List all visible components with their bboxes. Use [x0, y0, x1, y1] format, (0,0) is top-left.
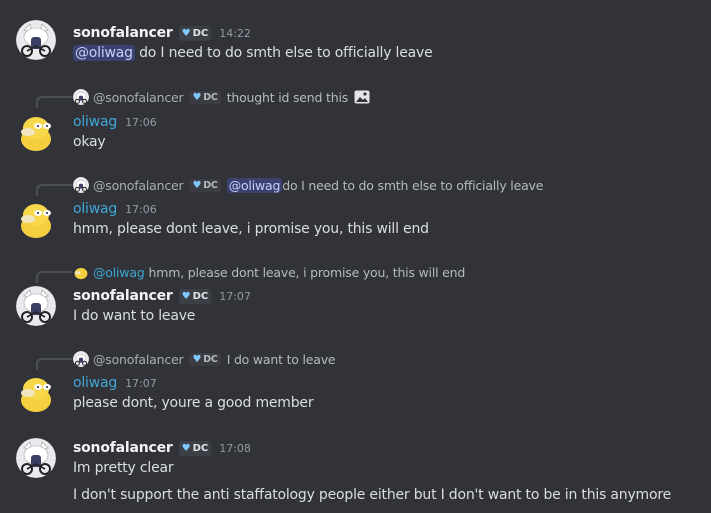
- reply-preview[interactable]: @sonofalancer ♥ DC I do want to leave: [73, 350, 336, 368]
- reply-text: thought id send this: [226, 89, 349, 105]
- avatar-oliwag[interactable]: [16, 112, 56, 152]
- avatar-sonofalancer[interactable]: [16, 438, 56, 478]
- guild-tag-badge[interactable]: ♥ DC: [178, 25, 212, 41]
- heart-icon: ♥: [181, 27, 191, 39]
- heart-icon: ♥: [181, 290, 191, 302]
- message-body-continued: I don't support the anti staffatology pe…: [73, 487, 672, 503]
- reply-avatar: [73, 177, 89, 193]
- message-body: do I need to do smth else to officially …: [134, 45, 433, 61]
- reply-username[interactable]: @sonofalancer: [93, 90, 184, 105]
- reply-text: I do want to leave: [226, 351, 336, 367]
- badge-label: DC: [192, 290, 209, 302]
- avatar-oliwag[interactable]: [16, 373, 56, 413]
- message-body: please dont, youre a good member: [73, 395, 314, 411]
- reply-preview[interactable]: @sonofalancer ♥ DC thought id send this: [73, 88, 370, 106]
- mention[interactable]: @oliwag: [73, 45, 135, 61]
- reply-username[interactable]: @sonofalancer: [93, 178, 184, 193]
- badge-label: DC: [203, 353, 218, 365]
- message-body: Im pretty clear: [73, 460, 174, 476]
- heart-icon: ♥: [192, 179, 202, 191]
- username[interactable]: sonofalancer: [73, 440, 173, 456]
- message-body: hmm, please dont leave, i promise you, t…: [73, 221, 429, 237]
- reply-preview[interactable]: @oliwag hmm, please dont leave, i promis…: [73, 263, 465, 281]
- image-icon: [354, 90, 370, 104]
- username[interactable]: oliwag: [73, 201, 117, 217]
- reply-spine: [36, 271, 72, 283]
- guild-tag-badge: ♥ DC: [189, 178, 221, 192]
- mention[interactable]: @oliwag: [226, 177, 283, 193]
- guild-tag-badge: ♥ DC: [189, 90, 221, 104]
- username[interactable]: sonofalancer: [73, 288, 173, 304]
- avatar-oliwag[interactable]: [16, 199, 56, 239]
- heart-icon: ♥: [181, 442, 191, 454]
- message-body: I do want to leave: [73, 308, 196, 324]
- reply-spine: [36, 96, 72, 108]
- timestamp[interactable]: 17:06: [125, 116, 157, 129]
- avatar-sonofalancer[interactable]: [16, 286, 56, 326]
- guild-tag-badge: ♥ DC: [189, 352, 221, 366]
- timestamp[interactable]: 17:06: [125, 203, 157, 216]
- username[interactable]: oliwag: [73, 375, 117, 391]
- guild-tag-badge[interactable]: ♥ DC: [178, 440, 212, 456]
- badge-label: DC: [192, 442, 209, 454]
- reply-avatar: [73, 89, 89, 105]
- username[interactable]: oliwag: [73, 114, 117, 130]
- avatar-sonofalancer[interactable]: [16, 20, 56, 60]
- timestamp[interactable]: 17:07: [125, 377, 157, 390]
- reply-avatar: [73, 351, 89, 367]
- reply-text: hmm, please dont leave, i promise you, t…: [148, 264, 466, 280]
- badge-label: DC: [192, 27, 209, 39]
- heart-icon: ♥: [192, 91, 202, 103]
- reply-username[interactable]: @sonofalancer: [93, 352, 184, 367]
- timestamp[interactable]: 17:07: [219, 290, 251, 303]
- message-body: okay: [73, 134, 106, 150]
- username[interactable]: sonofalancer: [73, 25, 173, 41]
- reply-spine: [36, 358, 72, 370]
- message-text: @oliwag do I need to do smth else to off…: [73, 45, 433, 61]
- timestamp[interactable]: 17:08: [219, 442, 251, 455]
- guild-tag-badge[interactable]: ♥ DC: [178, 288, 212, 304]
- badge-label: DC: [203, 179, 218, 191]
- heart-icon: ♥: [192, 353, 202, 365]
- reply-text: do I need to do smth else to officially …: [282, 177, 544, 193]
- timestamp[interactable]: 14:22: [219, 27, 251, 40]
- reply-avatar: [73, 264, 89, 280]
- badge-label: DC: [203, 91, 218, 103]
- reply-preview[interactable]: @sonofalancer ♥ DC @oliwag do I need to d…: [73, 176, 543, 194]
- reply-username[interactable]: @oliwag: [93, 265, 145, 280]
- reply-spine: [36, 184, 72, 196]
